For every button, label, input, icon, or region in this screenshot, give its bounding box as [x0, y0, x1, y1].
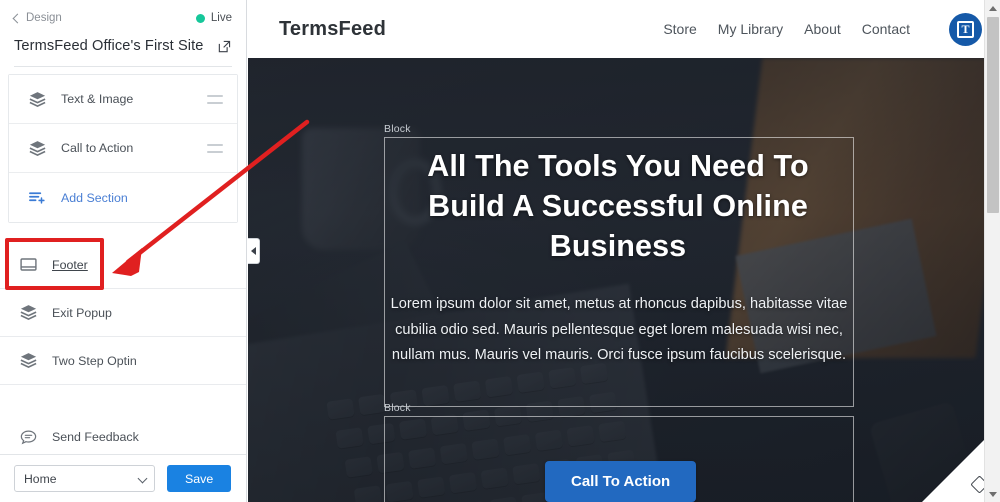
sidebar-item-label: Two Step Optin [52, 353, 137, 368]
add-section-row[interactable]: Add Section [9, 173, 237, 222]
scrollbar-thumb[interactable] [987, 17, 999, 213]
hero-section: Block Block All The Tools You Need To Bu… [248, 58, 984, 502]
site-title-row: TermsFeed Office's First Site [14, 38, 232, 54]
sidebar-item-label: Exit Popup [52, 305, 112, 320]
add-section-icon [26, 188, 48, 207]
nav-link-store[interactable]: Store [663, 21, 696, 37]
drag-handle-icon[interactable] [207, 143, 223, 153]
live-status: Live [195, 12, 232, 24]
send-feedback-label: Send Feedback [52, 430, 139, 444]
site-title: TermsFeed Office's First Site [14, 38, 204, 54]
design-sidebar: Design Live TermsFeed Office's First Sit… [0, 0, 247, 502]
live-status-dot-icon [195, 13, 205, 23]
chevron-left-icon [12, 13, 23, 23]
layers-icon [26, 90, 48, 109]
block-tag-lower: Block [384, 402, 411, 414]
sidebar-item-exit-popup[interactable]: Exit Popup [0, 289, 246, 337]
chevron-left-icon [250, 247, 256, 255]
page-select[interactable]: Home [14, 465, 155, 492]
section-label: Text & Image [61, 92, 134, 106]
layers-icon [17, 351, 39, 370]
block-tag-upper: Block [384, 123, 411, 135]
scroll-down-arrow-icon[interactable] [985, 486, 1000, 502]
sidebar-item-label: Footer [52, 257, 88, 272]
section-label: Call to Action [61, 141, 134, 155]
back-to-design-link[interactable]: Design [12, 12, 62, 24]
layers-icon [26, 139, 48, 158]
drag-handle-icon[interactable] [207, 94, 223, 104]
site-nav-links: Store My Library About Contact T [663, 12, 988, 46]
page-select-wrap: Home [14, 465, 155, 492]
nav-link-my-library[interactable]: My Library [718, 21, 783, 37]
hero-heading: All The Tools You Need To Build A Succes… [427, 149, 809, 263]
scroll-up-arrow-icon[interactable] [985, 0, 1000, 16]
site-logo-icon[interactable]: T [949, 12, 982, 46]
collapse-panel-handle[interactable] [248, 238, 260, 264]
site-navbar: TermsFeed Store My Library About Contact… [248, 0, 1000, 58]
header-divider [14, 66, 232, 67]
section-row-call-to-action[interactable]: Call to Action [9, 124, 237, 173]
preview-vertical-scrollbar[interactable] [984, 0, 1000, 502]
call-to-action-button[interactable]: Call To Action [545, 461, 697, 502]
hero-paragraph: Lorem ipsum dolor sit amet, metus at rho… [390, 296, 848, 363]
sidebar-footer-bar: Home Save [0, 454, 246, 502]
layers-icon [17, 303, 39, 322]
live-status-label: Live [210, 12, 232, 24]
sidebar-header-row: Design Live [12, 7, 232, 29]
save-button[interactable]: Save [167, 465, 232, 492]
sidebar-item-two-step-optin[interactable]: Two Step Optin [0, 337, 246, 385]
chat-icon [17, 428, 39, 447]
nav-link-contact[interactable]: Contact [862, 21, 910, 37]
nav-link-about[interactable]: About [804, 21, 841, 37]
footer-icon [17, 255, 39, 274]
external-link-icon[interactable] [217, 39, 232, 54]
app-root: Design Live TermsFeed Office's First Sit… [0, 0, 1000, 502]
sections-card: Text & Image Call to Action Add Section [8, 74, 238, 223]
page-parts-list: Footer Exit Popup Two Step Optin [0, 241, 246, 385]
hero-content: Block Block All The Tools You Need To Bu… [248, 58, 984, 502]
sidebar-header: Design Live TermsFeed Office's First Sit… [0, 0, 246, 67]
site-preview: TermsFeed Store My Library About Contact… [248, 0, 1000, 502]
section-row-text-image[interactable]: Text & Image [9, 75, 237, 124]
site-logo-glyph: T [957, 20, 974, 38]
add-section-label: Add Section [61, 190, 128, 205]
site-brand: TermsFeed [279, 17, 387, 40]
back-label: Design [26, 12, 62, 24]
sidebar-item-footer[interactable]: Footer [0, 241, 246, 289]
